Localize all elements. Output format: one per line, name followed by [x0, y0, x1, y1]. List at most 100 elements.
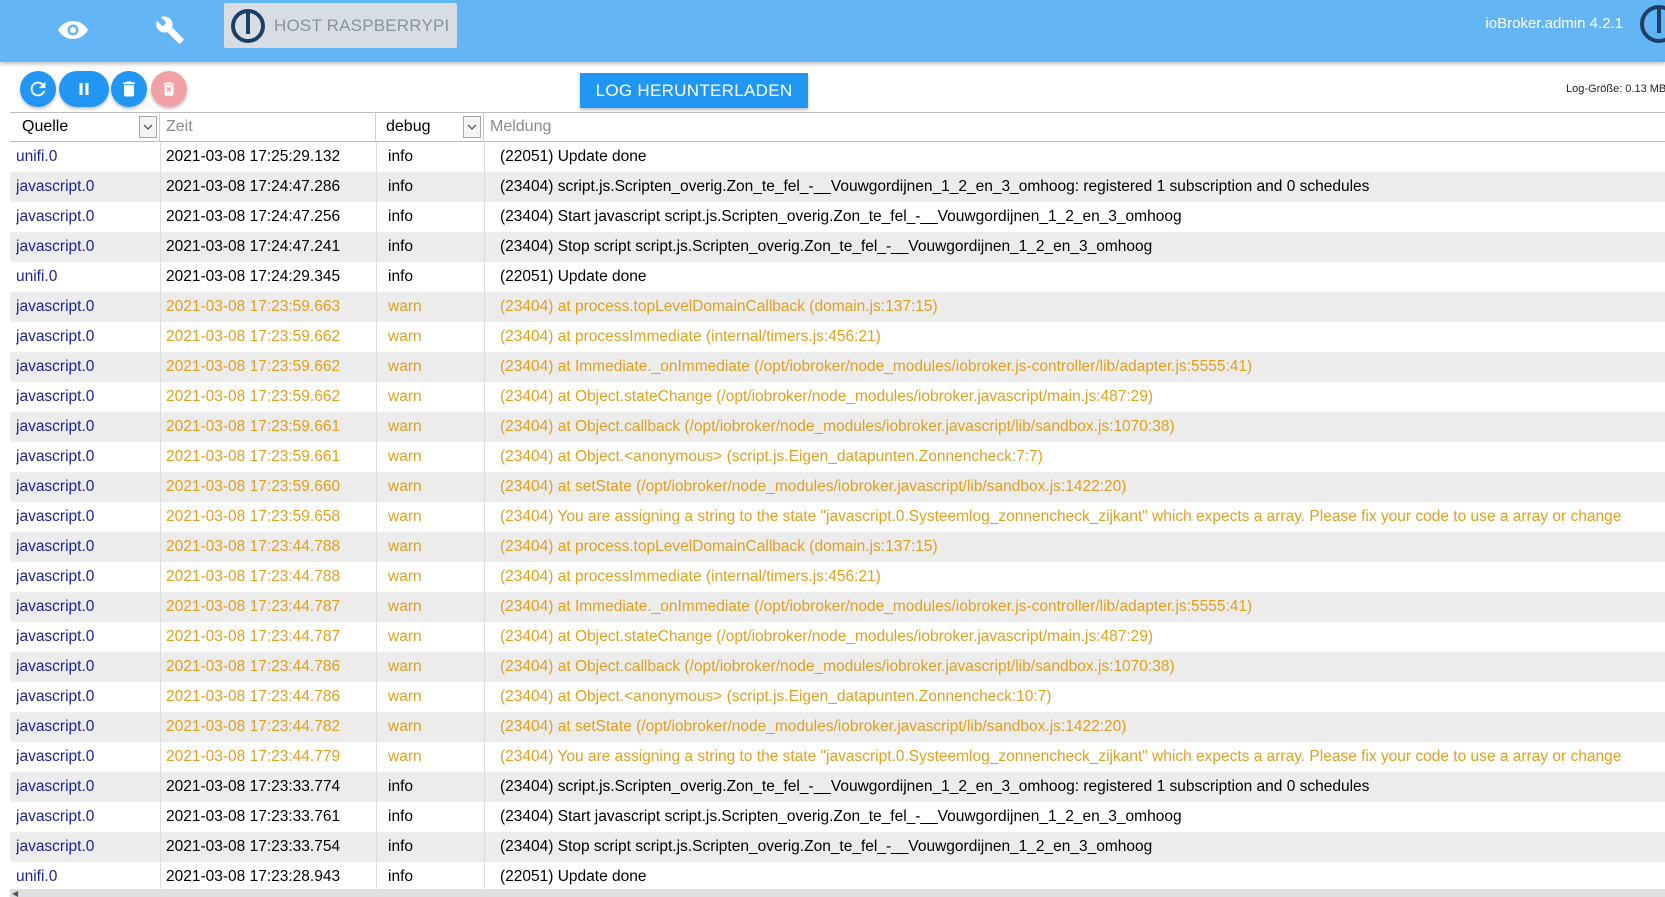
time-filter[interactable] — [160, 113, 376, 141]
column-divider — [160, 742, 161, 772]
severity-cell: warn — [388, 718, 422, 735]
message-cell: (23404) script.js.Scripten_overig.Zon_te… — [500, 178, 1370, 195]
column-divider — [484, 142, 485, 172]
iobroker-corner-logo-icon — [1640, 5, 1665, 43]
table-row: javascript.0 2021-03-08 17:23:44.782 warn (… — [10, 712, 1665, 742]
severity-cell: warn — [388, 748, 422, 765]
column-divider — [376, 472, 377, 502]
time-cell: 2021-03-08 17:25:29.132 — [166, 148, 341, 165]
table-row: javascript.0 2021-03-08 17:23:44.787 warn (… — [10, 622, 1665, 652]
time-cell: 2021-03-08 17:23:59.661 — [166, 418, 341, 435]
download-log-button[interactable]: LOG HERUNTERLADEN — [580, 73, 808, 108]
time-cell: 2021-03-08 17:23:44.787 — [166, 598, 341, 615]
column-divider — [484, 352, 485, 382]
time-cell: 2021-03-08 17:24:47.241 — [166, 238, 341, 255]
column-divider — [484, 322, 485, 352]
log-rows: unifi.0 2021-03-08 17:25:29.132 info (22051… — [10, 142, 1665, 892]
column-divider — [484, 172, 485, 202]
severity-filter[interactable]: debug — [376, 113, 484, 141]
column-divider — [160, 712, 161, 742]
column-divider — [160, 772, 161, 802]
message-cell: (23404) at Immediate._onImmediate (/opt/… — [500, 598, 1253, 615]
table-row: javascript.0 2021-03-08 17:23:59.661 warn (… — [10, 412, 1665, 442]
column-divider — [484, 532, 485, 562]
column-divider — [484, 682, 485, 712]
admin-version: ioBroker.admin 4.2.1 — [1485, 15, 1623, 32]
host-selector[interactable]: HOST RASPBERRYPI — [224, 3, 457, 48]
column-divider — [376, 352, 377, 382]
delete-log-button[interactable] — [151, 71, 187, 107]
column-divider — [484, 292, 485, 322]
column-divider — [160, 442, 161, 472]
severity-cell: warn — [388, 388, 422, 405]
source-filter-label: Quelle — [22, 118, 69, 135]
time-cell: 2021-03-08 17:23:44.788 — [166, 568, 341, 585]
trash-icon — [123, 81, 135, 97]
table-row: javascript.0 2021-03-08 17:23:33.761 info (… — [10, 802, 1665, 832]
severity-cell: info — [388, 178, 413, 195]
table-row: javascript.0 2021-03-08 17:23:33.754 info (… — [10, 832, 1665, 862]
message-cell: (23404) at Object.callback (/opt/iobroke… — [500, 418, 1175, 435]
column-divider — [160, 652, 161, 682]
table-row: javascript.0 2021-03-08 17:24:47.256 info (… — [10, 202, 1665, 232]
message-cell: (23404) at Object.stateChange (/opt/iobr… — [500, 628, 1154, 645]
column-divider — [484, 562, 485, 592]
column-divider — [484, 742, 485, 772]
source-cell: unifi.0 — [16, 268, 58, 285]
message-cell: (23404) at processImmediate (internal/ti… — [500, 568, 881, 585]
table-row: unifi.0 2021-03-08 17:25:29.132 info (22051… — [10, 142, 1665, 172]
column-divider — [376, 562, 377, 592]
table-row: javascript.0 2021-03-08 17:23:33.774 info (… — [10, 772, 1665, 802]
column-divider — [160, 322, 161, 352]
message-filter-input[interactable] — [484, 113, 1665, 141]
message-cell: (23404) Start javascript script.js.Scrip… — [500, 208, 1182, 225]
table-row: javascript.0 2021-03-08 17:24:47.286 info (… — [10, 172, 1665, 202]
iobroker-logo-icon — [231, 8, 265, 43]
chevron-down-icon[interactable] — [463, 116, 481, 138]
source-cell: javascript.0 — [16, 208, 95, 225]
column-divider — [376, 322, 377, 352]
column-divider — [160, 142, 161, 172]
scroll-left-icon[interactable]: ◀ — [12, 889, 18, 897]
table-row: javascript.0 2021-03-08 17:23:44.779 warn (… — [10, 742, 1665, 772]
time-filter-input[interactable] — [160, 113, 375, 141]
severity-cell: info — [388, 868, 413, 885]
severity-cell: warn — [388, 598, 422, 615]
severity-cell: warn — [388, 448, 422, 465]
message-cell: (23404) at Object.stateChange (/opt/iobr… — [500, 388, 1154, 405]
column-divider — [376, 202, 377, 232]
eye-icon[interactable] — [53, 10, 93, 50]
column-divider — [376, 262, 377, 292]
chevron-down-icon[interactable] — [139, 116, 157, 138]
column-divider — [376, 682, 377, 712]
time-cell: 2021-03-08 17:24:29.345 — [166, 268, 341, 285]
source-cell: javascript.0 — [16, 388, 95, 405]
column-divider — [484, 502, 485, 532]
source-cell: javascript.0 — [16, 778, 95, 795]
source-cell: unifi.0 — [16, 148, 58, 165]
column-divider — [376, 292, 377, 322]
message-cell: (23404) Stop script script.js.Scripten_o… — [500, 238, 1153, 255]
severity-filter-label: debug — [386, 118, 431, 135]
message-cell: (23404) at setState (/opt/iobroker/node_… — [500, 718, 1127, 735]
host-label: HOST RASPBERRYPI — [274, 15, 450, 35]
source-filter[interactable]: Quelle — [10, 113, 160, 141]
pause-button[interactable] — [59, 71, 109, 107]
column-divider — [484, 472, 485, 502]
source-cell: javascript.0 — [16, 688, 95, 705]
table-row: javascript.0 2021-03-08 17:23:44.786 warn (… — [10, 682, 1665, 712]
refresh-button[interactable] — [20, 71, 56, 107]
horizontal-scrollbar[interactable] — [10, 889, 1665, 897]
column-divider — [160, 802, 161, 832]
time-cell: 2021-03-08 17:23:33.754 — [166, 838, 341, 855]
source-cell: javascript.0 — [16, 658, 95, 675]
wrench-icon[interactable] — [150, 10, 190, 50]
message-filter[interactable] — [484, 113, 1665, 141]
column-divider — [376, 772, 377, 802]
time-cell: 2021-03-08 17:23:28.943 — [166, 868, 341, 885]
source-cell: javascript.0 — [16, 598, 95, 615]
column-divider — [160, 562, 161, 592]
source-cell: javascript.0 — [16, 628, 95, 645]
clear-log-button[interactable] — [111, 71, 147, 107]
severity-cell: warn — [388, 418, 422, 435]
